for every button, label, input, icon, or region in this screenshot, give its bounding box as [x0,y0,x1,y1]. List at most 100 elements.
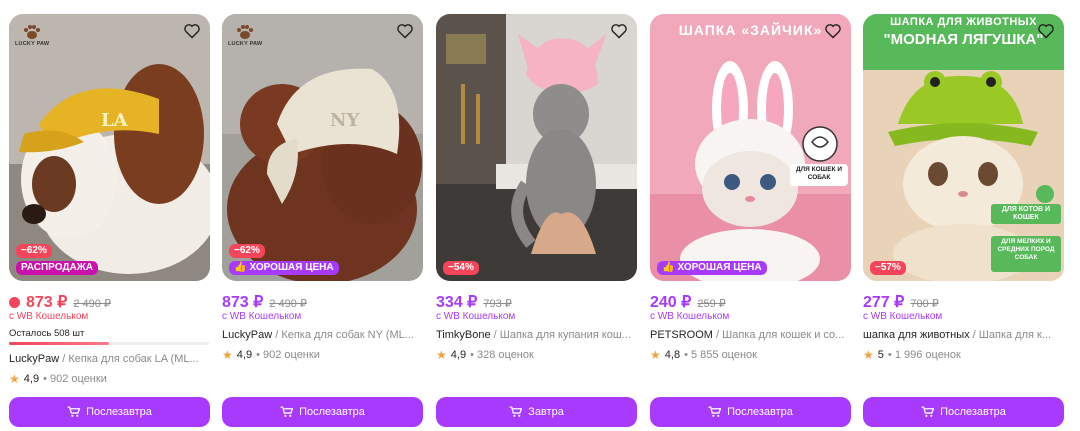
star-icon: ★ [436,348,447,362]
product-photo [650,14,851,281]
svg-text:LA: LA [101,110,129,131]
brand-logo: LUCKY PAW [228,24,262,47]
delivery-label: Послезавтра [299,406,365,418]
overlay-title-line2: "МОDНАЯ ЛЯГУШКА" [883,31,1044,48]
overlay-tag: ДЛЯ КОШЕК И СОБАК [795,166,842,181]
product-image[interactable]: −54% [436,14,637,281]
rating: ★ 4,9 • 902 оценки [222,348,320,362]
reviews-count: • 1 996 оценок [887,349,961,361]
old-price: 2 490 ₽ [269,298,307,310]
product-name: / Кепка для собак LA (ML... [62,353,199,365]
discount-badge: −62% [229,244,265,258]
overlay-tag-dogs: ДЛЯ МЕЛКИХ И СРЕДНИХ ПОРОД СОБАК [997,238,1055,261]
product-card[interactable]: ШАПКА «ЗАЙЧИК» ДЛЯ КОШЕК И СОБАК 👍 ХОРОША… [650,0,851,431]
badges: −62% РАСПРОДАЖА [16,244,98,275]
product-title[interactable]: TimkyBone / Шапка для купания кош... [436,329,637,341]
overlay-tag-cats: ДЛЯ КОТОВ И КОШЕК [1001,206,1051,221]
heart-icon [611,24,627,39]
discount-badge: −57% [870,261,906,275]
svg-text:NY: NY [330,110,360,131]
heart-icon [1038,24,1054,39]
star-icon: ★ [863,348,874,362]
product-name: / Шапка для кошек и со... [716,329,845,341]
old-price: 259 ₽ [697,298,726,310]
badges: −54% [443,261,479,275]
overlay-title: ШАПКА «ЗАЙЧИК» [678,22,823,38]
add-to-cart-button[interactable]: Послезавтра [9,397,210,427]
price: 277 ₽ [863,294,905,311]
product-brand: LuckyPaw [9,353,60,365]
product-image[interactable]: LA LUCKY PAW −62% РАСПРОДАЖА [9,14,210,281]
promo-badge: 👍 ХОРОШАЯ ЦЕНА [657,261,767,275]
product-card[interactable]: ШАПКА ДЛЯ ЖИВОТНЫХ "МОDНАЯ ЛЯГУШКА" ДЛЯ … [863,0,1064,431]
add-to-cart-button[interactable]: Послезавтра [650,397,851,427]
badges: −57% [870,261,906,275]
product-image[interactable]: ШАПКА ДЛЯ ЖИВОТНЫХ "МОDНАЯ ЛЯГУШКА" ДЛЯ … [863,14,1064,281]
stock-left: Осталось 508 шт [9,328,85,339]
favorite-button[interactable] [1035,20,1057,42]
product-name: / Шапка для к... [972,329,1051,341]
promo-badge: 👍 ХОРОШАЯ ЦЕНА [229,261,339,275]
add-to-cart-button[interactable]: Завтра [436,397,637,427]
wallet-note: с WB Кошельком [650,311,730,322]
thumbs-up-icon: 👍 [234,262,247,273]
wallet-note: с WB Кошельком [9,311,89,322]
delivery-label: Послезавтра [86,406,152,418]
delivery-label: Завтра [528,406,564,418]
overlay-title-line1: ШАПКА ДЛЯ ЖИВОТНЫХ [890,16,1037,28]
product-image[interactable]: NY LUCKY PAW −62% 👍 ХОРОШАЯ ЦЕНА [222,14,423,281]
cart-icon [708,406,722,417]
favorite-button[interactable] [822,20,844,42]
wallet-icon [9,297,20,308]
star-icon: ★ [222,348,233,362]
price-row: 334 ₽ 793 ₽ [436,292,512,312]
old-price: 2 490 ₽ [73,298,111,310]
delivery-label: Послезавтра [940,406,1006,418]
old-price: 793 ₽ [483,298,512,310]
rating-value: 5 [877,349,884,361]
product-grid: LA LUCKY PAW −62% РАСПРОДАЖА 873 ₽ 2 490… [0,0,1080,431]
star-icon: ★ [650,348,661,362]
favorite-button[interactable] [394,20,416,42]
cart-icon [67,406,81,417]
brand-logo-text: LUCKY PAW [15,41,50,47]
rating: ★ 4,9 • 902 оценки [9,372,107,386]
star-icon: ★ [9,372,20,386]
product-card[interactable]: NY LUCKY PAW −62% 👍 ХОРОШАЯ ЦЕНА 873 ₽ 2 … [222,0,423,431]
product-title[interactable]: PETSROOM / Шапка для кошек и со... [650,329,851,341]
price: 240 ₽ [650,294,692,311]
rating: ★ 5 • 1 996 оценок [863,348,961,362]
reviews-count: • 902 оценки [43,373,107,385]
product-brand: TimkyBone [436,329,491,341]
product-brand: шапка для животных [863,329,970,341]
product-card[interactable]: LA LUCKY PAW −62% РАСПРОДАЖА 873 ₽ 2 490… [9,0,210,431]
product-title[interactable]: шапка для животных / Шапка для к... [863,329,1064,341]
promo-badge: РАСПРОДАЖА [16,261,98,275]
old-price: 700 ₽ [910,298,939,310]
wallet-note: с WB Кошельком [222,311,302,322]
heart-icon [825,24,841,39]
product-image[interactable]: ШАПКА «ЗАЙЧИК» ДЛЯ КОШЕК И СОБАК 👍 ХОРОША… [650,14,851,281]
brand-logo-text: LUCKY PAW [228,41,263,47]
rating-value: 4,9 [23,373,40,385]
add-to-cart-button[interactable]: Послезавтра [222,397,423,427]
heart-icon [184,24,200,39]
favorite-button[interactable] [608,20,630,42]
product-card[interactable]: −54% 334 ₽ 793 ₽ с WB Кошельком TimkyBon… [436,0,637,431]
thumbs-up-icon: 👍 [662,262,675,273]
product-title[interactable]: LuckyPaw / Кепка для собак NY (ML... [222,329,423,341]
reviews-count: • 902 оценки [256,349,320,361]
product-photo: NY [222,14,423,281]
wallet-note: с WB Кошельком [863,311,943,322]
heart-icon [397,24,413,39]
price: 334 ₽ [436,294,478,311]
favorite-button[interactable] [181,20,203,42]
delivery-label: Послезавтра [727,406,793,418]
paw-icon [24,25,41,39]
reviews-count: • 5 855 оценок [684,349,757,361]
product-title[interactable]: LuckyPaw / Кепка для собак LA (ML... [9,353,210,365]
stock-bar [9,342,209,345]
add-to-cart-button[interactable]: Послезавтра [863,397,1064,427]
wallet-note: с WB Кошельком [436,311,516,322]
paw-icon [237,25,254,39]
